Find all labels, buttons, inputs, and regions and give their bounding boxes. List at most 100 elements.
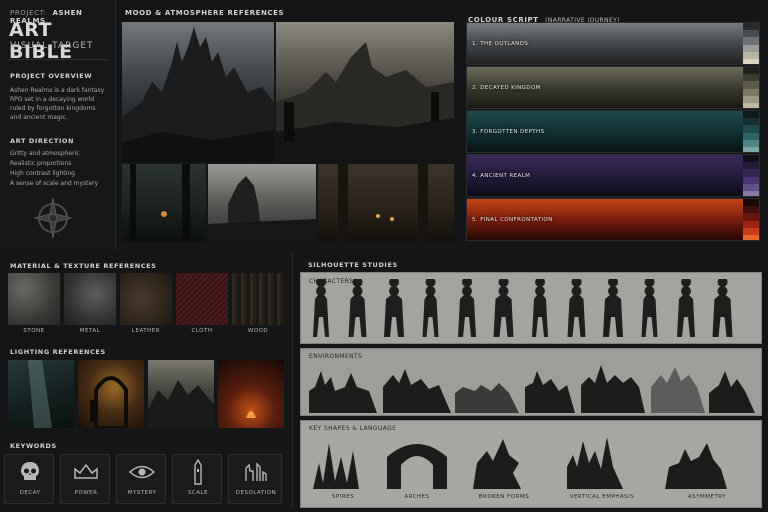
keyword-label: MYSTERY (127, 490, 157, 496)
mood-image-forest[interactable] (122, 164, 206, 242)
material-swatch-wood[interactable] (232, 273, 284, 325)
character-head (352, 286, 363, 296)
lighting-image-beams[interactable] (8, 360, 74, 428)
skull-icon (20, 461, 40, 483)
character-head (681, 286, 691, 296)
keyword-label: POWER (74, 490, 98, 496)
section-divider (292, 252, 293, 508)
keyword-label: SCALE (187, 490, 209, 496)
direction-line: A sense of scale and mystery (10, 180, 99, 187)
lighting-image-ruins[interactable] (148, 360, 214, 428)
left-intro-panel: PROJECT: ASHEN REALMS ART BIBLE VISUAL T… (0, 0, 116, 250)
project-label: PROJECT: (10, 9, 47, 17)
character-head (462, 286, 472, 296)
colour-script-row-label: 1. THE OUTLANDS (472, 41, 529, 47)
colour-script-row[interactable]: 1. THE OUTLANDS (466, 22, 760, 65)
lighting-image-torch[interactable] (78, 360, 144, 428)
keyword-tile-decay[interactable]: DECAY (4, 454, 54, 504)
mood-image-castle[interactable] (122, 22, 274, 162)
shapes-panel: KEY SHAPES & LANGUAGE SPIRES ARCHES BROK… (300, 420, 762, 508)
material-swatch-stone[interactable] (8, 273, 60, 325)
environment-silhouettes (309, 365, 755, 413)
material-label: STONE (23, 328, 45, 334)
overview-line: RPG set in a decaying world (10, 96, 95, 103)
mood-board (120, 20, 456, 244)
colour-swatch (743, 58, 759, 64)
silhouettes-heading: SILHOUETTE STUDIES (308, 261, 398, 269)
colour-script-row-label: 3. FORGOTTEN DEPTHS (472, 129, 545, 135)
colour-swatch (743, 146, 759, 152)
lighting-row (8, 360, 284, 430)
shape-label: ASYMMETRY (687, 494, 727, 500)
overview-line: Ashen Realms is a dark fantasy (10, 87, 105, 94)
character-head (535, 286, 545, 296)
materials-row: STONE METAL LEATHER CLOTH WOOD (8, 273, 284, 339)
character-head (644, 286, 655, 296)
keyword-label: DECAY (19, 490, 41, 496)
colour-script-panel: 1. THE OUTLANDS 2. DECAYED KINGDOM 3. FORG… (466, 20, 762, 244)
overview-text: Ashen Realms is a dark fantasy RPG set i… (10, 86, 104, 122)
characters-panel: CHARACTERS (300, 272, 762, 344)
colour-script-row[interactable]: 2. DECAYED KINGDOM (466, 66, 760, 109)
divider (8, 59, 108, 60)
character-head (717, 286, 728, 296)
ruins-icon (244, 462, 268, 482)
colour-swatch (743, 190, 759, 196)
colour-swatch (743, 102, 759, 108)
direction-line: Realistic proportions (10, 160, 72, 167)
crown-icon (74, 464, 98, 480)
mood-heading: MOOD & ATMOSPHERE REFERENCES (125, 9, 285, 17)
material-label: LEATHER (131, 328, 161, 334)
materials-heading: MATERIAL & TEXTURE REFERENCES (10, 262, 157, 270)
keywords-heading: KEYWORDS (10, 442, 57, 450)
overview-line: ruled by forgotten kingdoms (10, 105, 96, 112)
colour-swatch (743, 234, 759, 240)
material-label: WOOD (247, 328, 269, 334)
character-head (498, 286, 509, 296)
key-shape-silhouettes (313, 437, 727, 489)
shape-label: BROKEN FORMS (478, 494, 530, 500)
colour-script-row[interactable]: 4. ANCIENT REALM (466, 154, 760, 197)
tower-icon (192, 459, 204, 485)
character-head (316, 286, 326, 296)
overview-heading: PROJECT OVERVIEW (10, 72, 93, 80)
page-subtitle: VISUAL TARGET (10, 41, 94, 51)
shapes-heading: KEY SHAPES & LANGUAGE (309, 425, 397, 432)
colour-script-row[interactable]: 5. FINAL CONFRONTATION (466, 198, 760, 241)
direction-heading: ART DIRECTION (10, 137, 75, 145)
keyword-tile-desolation[interactable]: DESOLATION (228, 454, 282, 504)
shape-label: VERTICAL EMPHASIS (569, 494, 635, 500)
shape-label: ARCHES (404, 494, 430, 500)
direction-line: Gritty and atmospheric (10, 150, 80, 157)
overview-line: and ancient magic. (10, 114, 68, 121)
material-label: METAL (79, 328, 101, 334)
character-head (389, 286, 399, 296)
keyword-tile-power[interactable]: POWER (60, 454, 110, 504)
colour-script-row-label: 5. FINAL CONFRONTATION (472, 217, 553, 223)
mood-image-city[interactable] (276, 22, 454, 162)
lighting-heading: LIGHTING REFERENCES (10, 348, 106, 356)
keywords-row: DECAY POWER MYSTERY SCALE DESOLATION (0, 452, 290, 508)
eye-icon (129, 465, 155, 479)
direction-line: High contrast lighting (10, 170, 75, 177)
environments-panel: ENVIRONMENTS (300, 348, 762, 416)
keyword-label: DESOLATION (235, 490, 277, 496)
material-swatch-metal[interactable] (64, 273, 116, 325)
mood-image-hall[interactable] (318, 164, 454, 242)
shape-label: SPIRES (331, 494, 355, 500)
character-head (608, 286, 618, 296)
character-head (571, 286, 582, 296)
direction-text: Gritty and atmospheric Realistic proport… (10, 149, 98, 189)
mood-image-statue[interactable] (208, 164, 316, 242)
colour-script-row-label: 2. DECAYED KINGDOM (472, 85, 541, 91)
keyword-tile-mystery[interactable]: MYSTERY (116, 454, 166, 504)
emblem-icon (33, 196, 73, 240)
material-label: CLOTH (191, 328, 213, 334)
colour-script-row-label: 4. ANCIENT REALM (472, 173, 531, 179)
character-head (425, 286, 436, 296)
lighting-image-fire[interactable] (218, 360, 284, 428)
material-swatch-cloth[interactable] (176, 273, 228, 325)
colour-script-row[interactable]: 3. FORGOTTEN DEPTHS (466, 110, 760, 153)
material-swatch-leather[interactable] (120, 273, 172, 325)
keyword-tile-scale[interactable]: SCALE (172, 454, 222, 504)
